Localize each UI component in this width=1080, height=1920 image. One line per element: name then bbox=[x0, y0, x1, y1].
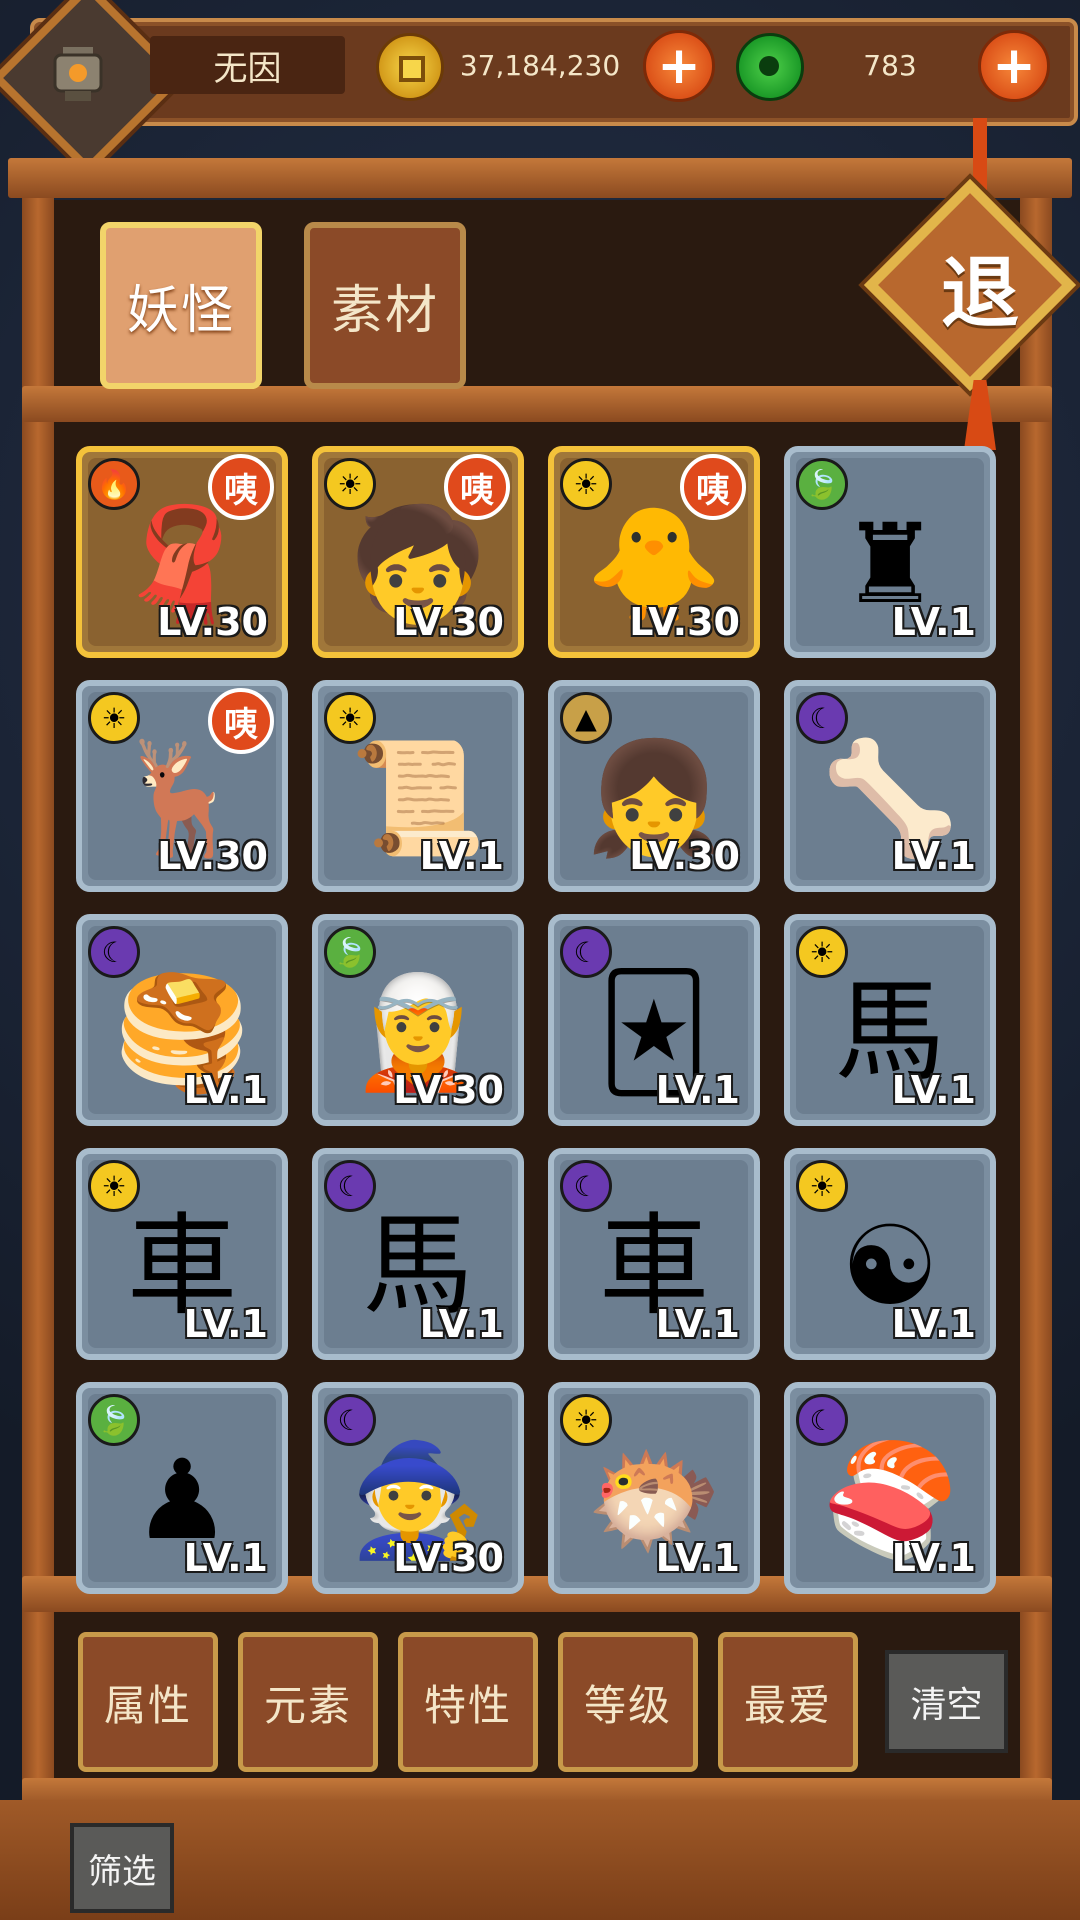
monster-card[interactable]: 📜 ☀ LV.1 bbox=[312, 680, 524, 892]
leaf-element-icon: 🍃 bbox=[88, 1394, 140, 1446]
sun-element-icon: ☀ bbox=[796, 1160, 848, 1212]
leaf-element-icon: 🍃 bbox=[324, 926, 376, 978]
moon-element-icon: ☾ bbox=[560, 1160, 612, 1212]
add-jade-button[interactable]: + bbox=[978, 30, 1050, 102]
moon-element-icon: ☾ bbox=[796, 692, 848, 744]
tab-monsters[interactable]: 妖怪 bbox=[100, 222, 262, 389]
monster-level: LV.1 bbox=[891, 1068, 976, 1112]
player-avatar[interactable] bbox=[18, 14, 138, 134]
filter-attribute-button[interactable]: 属性 bbox=[78, 1632, 218, 1772]
monster-card[interactable]: 🧝 🍃 LV.30 bbox=[312, 914, 524, 1126]
monster-level: LV.30 bbox=[629, 600, 740, 644]
filter-favorite-button[interactable]: 最爱 bbox=[718, 1632, 858, 1772]
moon-element-icon: ☾ bbox=[324, 1160, 376, 1212]
gold-amount: 37,184,230 bbox=[459, 48, 621, 82]
monster-card[interactable]: 🧒 ☀ 咦 LV.30 bbox=[312, 446, 524, 658]
add-gold-button[interactable]: + bbox=[643, 30, 715, 102]
monster-level: LV.1 bbox=[891, 600, 976, 644]
monster-level: LV.30 bbox=[157, 600, 268, 644]
monster-card[interactable]: 車 ☾ LV.1 bbox=[548, 1148, 760, 1360]
mountain-element-icon: ▲ bbox=[560, 692, 612, 744]
monster-card[interactable]: 馬 ☀ LV.1 bbox=[784, 914, 996, 1126]
monster-level: LV.1 bbox=[419, 1302, 504, 1346]
lantern-icon bbox=[53, 47, 103, 101]
monster-level: LV.1 bbox=[891, 834, 976, 878]
monster-card[interactable]: ☯ ☀ LV.1 bbox=[784, 1148, 996, 1360]
cabinet-shelf-beam bbox=[22, 386, 1052, 422]
monster-level: LV.30 bbox=[157, 834, 268, 878]
new-badge: 咦 bbox=[208, 688, 274, 754]
sun-element-icon: ☀ bbox=[560, 1394, 612, 1446]
filter-trait-button[interactable]: 特性 bbox=[398, 1632, 538, 1772]
sun-element-icon: ☀ bbox=[796, 926, 848, 978]
monster-card[interactable]: 馬 ☾ LV.1 bbox=[312, 1148, 524, 1360]
sun-element-icon: ☀ bbox=[324, 692, 376, 744]
moon-element-icon: ☾ bbox=[88, 926, 140, 978]
moon-element-icon: ☾ bbox=[796, 1394, 848, 1446]
clear-button[interactable]: 清空 bbox=[885, 1650, 1008, 1753]
sun-element-icon: ☀ bbox=[88, 1160, 140, 1212]
jade-amount: 783 bbox=[863, 48, 917, 82]
screen-button[interactable]: 筛选 bbox=[70, 1823, 174, 1913]
fire-element-icon: 🔥 bbox=[88, 458, 140, 510]
monster-card[interactable]: 車 ☀ LV.1 bbox=[76, 1148, 288, 1360]
gold-coin-icon bbox=[376, 33, 444, 101]
filter-element-button[interactable]: 元素 bbox=[238, 1632, 378, 1772]
new-badge: 咦 bbox=[208, 454, 274, 520]
monster-level: LV.30 bbox=[393, 1536, 504, 1580]
monster-level: LV.1 bbox=[891, 1536, 976, 1580]
monster-level: LV.1 bbox=[183, 1302, 268, 1346]
monster-level: LV.1 bbox=[655, 1536, 740, 1580]
moon-element-icon: ☾ bbox=[324, 1394, 376, 1446]
player-name: 无因 bbox=[150, 36, 345, 94]
sun-element-icon: ☀ bbox=[324, 458, 376, 510]
monster-level: LV.1 bbox=[183, 1068, 268, 1112]
cabinet-top-beam bbox=[8, 158, 1072, 198]
sun-element-icon: ☀ bbox=[560, 458, 612, 510]
filter-level-button[interactable]: 等级 bbox=[558, 1632, 698, 1772]
leaf-element-icon: 🍃 bbox=[796, 458, 848, 510]
new-badge: 咦 bbox=[680, 454, 746, 520]
monster-grid: 🧣 🔥 咦 LV.30 🧒 ☀ 咦 LV.30 🐥 ☀ 咦 LV.30 ♜ 🍃 LV.1 🦌 ☀ 咦 LV.30 📜 ☀… bbox=[76, 446, 996, 1594]
monster-card[interactable]: 🦴 ☾ LV.1 bbox=[784, 680, 996, 892]
monster-level: LV.1 bbox=[655, 1068, 740, 1112]
monster-level: LV.30 bbox=[629, 834, 740, 878]
monster-level: LV.1 bbox=[891, 1302, 976, 1346]
monster-level: LV.30 bbox=[393, 1068, 504, 1112]
monster-card[interactable]: 🧣 🔥 咦 LV.30 bbox=[76, 446, 288, 658]
monster-card[interactable]: 👧 ▲ LV.30 bbox=[548, 680, 760, 892]
monster-card[interactable]: 🐡 ☀ LV.1 bbox=[548, 1382, 760, 1594]
jade-icon bbox=[736, 33, 804, 101]
monster-card[interactable]: 🦌 ☀ 咦 LV.30 bbox=[76, 680, 288, 892]
monster-level: LV.1 bbox=[183, 1536, 268, 1580]
monster-card[interactable]: 🐥 ☀ 咦 LV.30 bbox=[548, 446, 760, 658]
monster-level: LV.1 bbox=[655, 1302, 740, 1346]
sun-element-icon: ☀ bbox=[88, 692, 140, 744]
tab-materials[interactable]: 素材 bbox=[304, 222, 466, 389]
exit-button[interactable]: 退 bbox=[905, 232, 1055, 342]
monster-card[interactable]: ♜ 🍃 LV.1 bbox=[784, 446, 996, 658]
monster-card[interactable]: 🥞 ☾ LV.1 bbox=[76, 914, 288, 1126]
monster-level: LV.1 bbox=[419, 834, 504, 878]
monster-card[interactable]: ♟ 🍃 LV.1 bbox=[76, 1382, 288, 1594]
monster-card[interactable]: 🃏 ☾ LV.1 bbox=[548, 914, 760, 1126]
new-badge: 咦 bbox=[444, 454, 510, 520]
monster-card[interactable]: 🧙 ☾ LV.30 bbox=[312, 1382, 524, 1594]
monster-level: LV.30 bbox=[393, 600, 504, 644]
moon-element-icon: ☾ bbox=[560, 926, 612, 978]
monster-card[interactable]: 🍣 ☾ LV.1 bbox=[784, 1382, 996, 1594]
